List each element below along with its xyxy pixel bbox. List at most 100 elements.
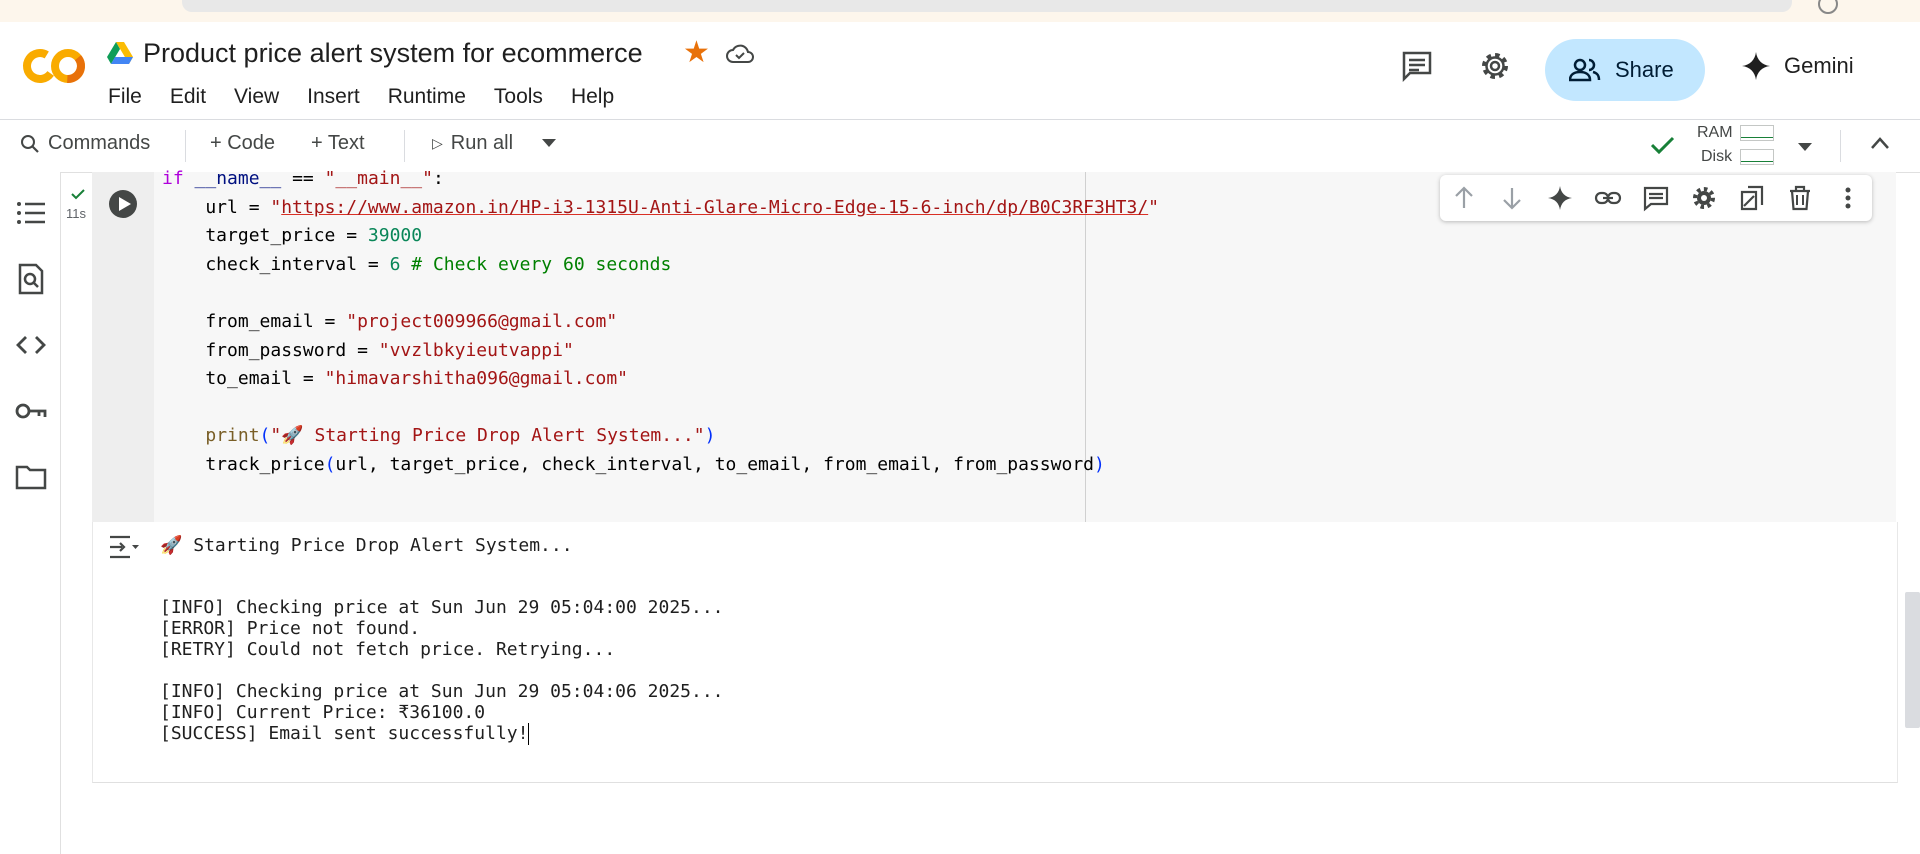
code-line[interactable]: print("🚀 Starting Price Drop Alert Syste… [162,422,1159,451]
code-snippets-icon[interactable] [14,328,48,362]
commands-button[interactable]: Commands [20,132,150,155]
table-of-contents-icon[interactable] [14,196,48,230]
code-token: track_price [162,453,325,475]
code-token: check_interval = [162,253,390,275]
code-line[interactable]: from_password = "vvzlbkyieutvappi" [162,337,1159,366]
menu-help[interactable]: Help [571,85,614,109]
run-all-label: Run all [450,132,514,154]
colab-logo-icon[interactable] [22,46,86,86]
code-token: to_email = [162,368,325,390]
code-token: from_password = [162,339,379,361]
output-actions-icon[interactable] [108,533,140,561]
star-icon[interactable]: ★ [683,38,710,68]
code-token: "himavarshitha096@gmail.com" [324,368,628,390]
people-icon [1569,58,1601,82]
code-token: __name__ [194,168,282,189]
code-line[interactable]: check_interval = 6 # Check every 60 seco… [162,251,1159,280]
collapse-header-icon[interactable] [1870,136,1890,150]
toolbar-divider [1840,130,1841,162]
run-all-dropdown-icon[interactable] [540,138,558,148]
code-token: # Check every 60 seconds [411,253,672,275]
app-header: Product price alert system for ecommerce… [0,22,1920,119]
menu-tools[interactable]: Tools [494,85,543,109]
notebook-scrollbar[interactable] [1905,592,1920,728]
gear-icon[interactable] [1690,184,1718,212]
output-line: [INFO] Checking price at Sun Jun 29 05:0… [160,681,724,702]
cell-gutter [92,172,154,522]
left-sidebar [0,172,61,854]
more-options-icon[interactable] [1834,184,1862,212]
move-down-icon[interactable] [1498,184,1526,212]
resources-dropdown-icon[interactable] [1796,142,1814,152]
menu-view[interactable]: View [234,85,279,109]
code-token: " [1148,196,1160,218]
code-token: == [281,168,325,189]
mirror-cell-icon[interactable] [1738,184,1766,212]
secrets-key-icon[interactable] [14,394,48,428]
gear-icon[interactable] [1478,49,1512,83]
notebook-title[interactable]: Product price alert system for ecommerce [143,38,643,69]
code-line[interactable]: if __name__ == "__main__": [162,165,1159,194]
text-cursor [528,723,530,745]
connected-check-icon[interactable] [1648,131,1676,159]
code-token: " [270,196,282,218]
share-button[interactable]: Share [1545,39,1705,101]
code-editor[interactable]: if __name__ == "__main__": url = "https:… [162,165,1159,480]
code-token: print [205,425,260,447]
code-token: "🚀 Starting Price Drop Alert System..." [270,425,705,447]
code-line[interactable]: target_price = 39000 [162,222,1159,251]
code-line[interactable]: url = "https://www.amazon.in/HP-i3-1315U… [162,194,1159,223]
add-code-button[interactable]: + Code [210,132,275,155]
cloud-saved-icon[interactable] [725,42,755,66]
comment-icon[interactable] [1642,184,1670,212]
output-line: [SUCCESS] Email sent successfully! [160,723,530,745]
find-replace-icon[interactable] [14,262,48,296]
share-label: Share [1615,57,1674,82]
code-token: url = [162,196,271,218]
output-line: [INFO] Checking price at Sun Jun 29 05:0… [160,597,724,618]
code-token: url, target_price, check_interval, to_em… [335,453,1094,475]
ram-label: RAM [1697,124,1733,141]
cell-toolbar [1440,175,1872,221]
menu-edit[interactable]: Edit [170,85,206,109]
delete-icon[interactable] [1786,184,1814,212]
google-drive-icon[interactable] [107,42,133,64]
add-text-button[interactable]: + Text [311,132,365,155]
code-line[interactable]: to_email = "himavarshitha096@gmail.com" [162,365,1159,394]
browser-profile-icon [1818,0,1838,14]
link-icon[interactable] [1594,184,1622,212]
code-token: ( [324,453,336,475]
code-token: "__main__" [324,168,433,189]
menu-runtime[interactable]: Runtime [388,85,466,109]
code-token: https://www.amazon.in/HP-i3-1315U-Anti-G… [281,196,1149,218]
code-token: "vvzlbkyieutvappi" [378,339,574,361]
run-cell-button[interactable] [108,189,138,219]
code-line[interactable]: from_email = "project009966@gmail.com" [162,308,1159,337]
run-all-button[interactable]: ▷ Run all [432,132,513,155]
gemini-label: Gemini [1784,53,1854,78]
menu-insert[interactable]: Insert [307,85,360,109]
move-up-icon[interactable] [1450,184,1478,212]
code-token: ( [259,425,271,447]
disk-usage-bar[interactable] [1740,149,1774,165]
ram-usage-bar[interactable] [1740,125,1774,141]
files-folder-icon[interactable] [14,460,48,494]
code-token: 39000 [367,225,423,247]
code-line[interactable] [162,279,1159,308]
gemini-button[interactable]: Gemini [1742,52,1854,80]
execution-success-icon [71,189,85,200]
gemini-sparkle-icon[interactable] [1546,184,1574,212]
comment-icon[interactable] [1400,49,1434,83]
code-line[interactable]: track_price(url, target_price, check_int… [162,451,1159,480]
code-token: : [432,168,444,189]
output-line: 🚀 Starting Price Drop Alert System... [160,535,573,556]
address-bar-edge [182,0,1792,12]
commands-label: Commands [48,132,151,154]
output-line: [RETRY] Could not fetch price. Retrying.… [160,639,616,660]
code-line[interactable] [162,394,1159,423]
menu-file[interactable]: File [108,85,142,109]
